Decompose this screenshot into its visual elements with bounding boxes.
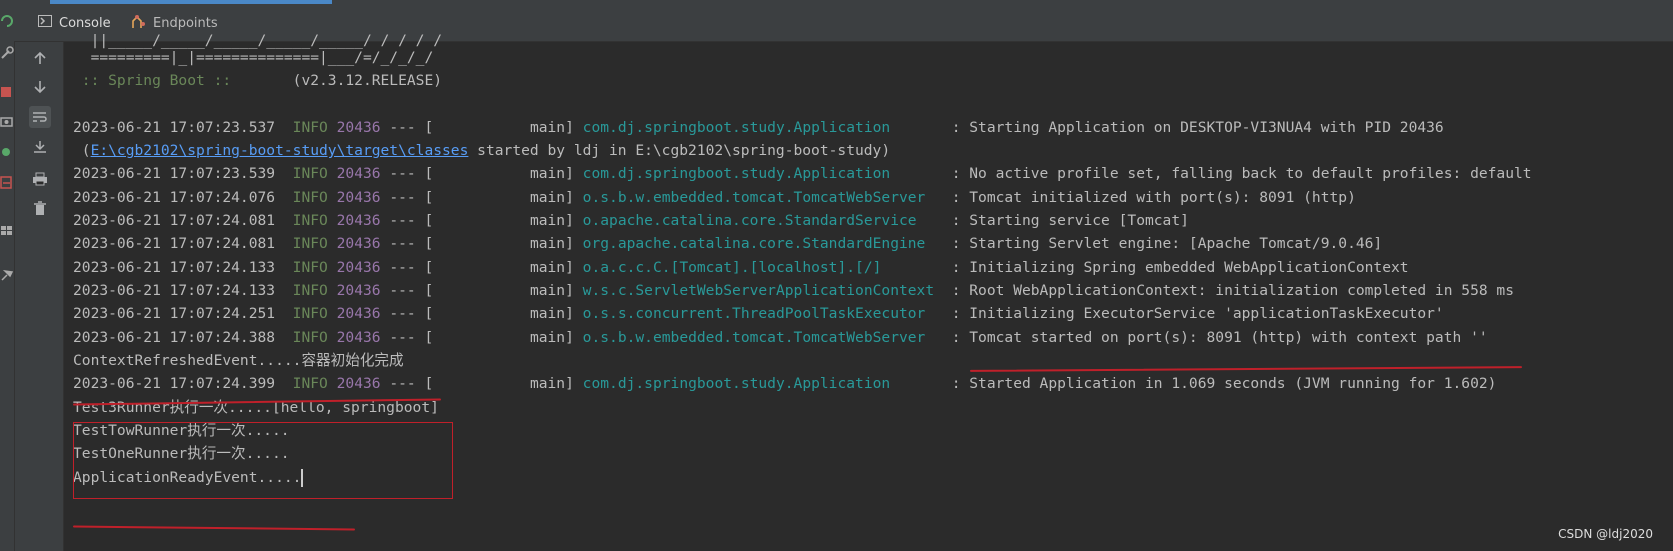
print-icon — [33, 172, 47, 186]
log-line: 2023-06-21 17:07:24.133 INFO 20436 --- [… — [73, 282, 1515, 299]
spring-boot-banner: :: Spring Boot :: (v2.3.12.RELEASE) — [73, 69, 442, 93]
log-line: 2023-06-21 17:07:24.388 INFO 20436 --- [… — [73, 329, 1488, 346]
rerun-icon[interactable] — [0, 12, 14, 30]
log-line: 2023-06-21 17:07:23.537 INFO 20436 --- [… — [73, 119, 1444, 136]
annotation-box — [73, 422, 453, 499]
log-line: 2023-06-21 17:07:24.081 INFO 20436 --- [… — [73, 212, 1189, 229]
scroll-down-button[interactable] — [29, 76, 51, 98]
trash-icon — [34, 201, 46, 215]
arrow-down-icon — [34, 81, 46, 94]
classpath-line: (E:\cgb2102\spring-boot-study\target\cla… — [73, 142, 891, 159]
spring-boot-version: (v2.3.12.RELEASE) — [239, 72, 443, 89]
clear-all-button[interactable] — [29, 197, 51, 219]
camera-icon[interactable] — [0, 113, 14, 131]
print-button[interactable] — [29, 168, 51, 190]
soft-wrap-button[interactable] — [29, 106, 51, 128]
log-line: 2023-06-21 17:07:24.399 INFO 20436 --- [… — [73, 375, 1497, 392]
stop-icon[interactable] — [0, 84, 14, 102]
debug-icon[interactable] — [0, 143, 14, 161]
tool-window-strip — [0, 0, 15, 551]
context-refreshed-line: ContextRefreshedEvent.....容器初始化完成 — [73, 352, 404, 369]
pin-icon[interactable] — [0, 266, 14, 284]
log-line: 2023-06-21 17:07:23.539 INFO 20436 --- [… — [73, 165, 1532, 182]
log-line: 2023-06-21 17:07:24.133 INFO 20436 --- [… — [73, 259, 1409, 276]
spring-boot-label: :: Spring Boot :: — [73, 72, 240, 89]
watermark: CSDN @ldj2020 — [1558, 527, 1653, 541]
scroll-up-button[interactable] — [29, 47, 51, 69]
scroll-to-end-icon — [34, 141, 46, 153]
classpath-link[interactable]: E:\cgb2102\spring-boot-study\target\clas… — [91, 142, 469, 159]
banner-line: =========|_|==============|___/=/_/_/_/ — [73, 49, 434, 66]
layout-icon[interactable] — [0, 222, 14, 240]
wrench-icon[interactable] — [0, 44, 14, 62]
exit-icon[interactable] — [0, 174, 14, 192]
log-line: 2023-06-21 17:07:24.251 INFO 20436 --- [… — [73, 305, 1444, 322]
progress-indicator — [50, 0, 332, 4]
log-line: 2023-06-21 17:07:24.081 INFO 20436 --- [… — [73, 235, 1383, 252]
log-line: 2023-06-21 17:07:24.076 INFO 20436 --- [… — [73, 189, 1356, 206]
arrow-up-icon — [34, 51, 46, 64]
console-toolbar — [15, 42, 64, 551]
console-icon — [38, 15, 52, 31]
soft-wrap-icon — [33, 112, 47, 122]
scroll-to-end-button[interactable] — [29, 136, 51, 158]
